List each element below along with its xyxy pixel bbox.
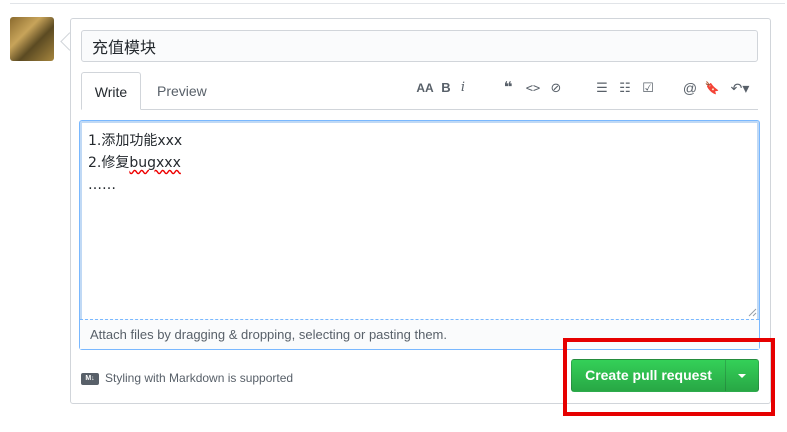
tab-preview[interactable]: Preview [145,72,219,109]
link-icon[interactable]: ⊘ [548,80,564,96]
avatar[interactable] [10,17,54,61]
resize-handle-icon[interactable] [747,307,757,317]
italic-icon[interactable]: i [458,80,468,96]
body-line-2-prefix: 2.修复 [88,155,130,171]
markdown-icon: M↓ [81,372,99,385]
title-input[interactable] [81,30,758,62]
numbered-list-icon[interactable]: ☷ [617,80,633,96]
tab-write[interactable]: Write [81,72,141,110]
body-line-3: …… [88,177,116,193]
body-line-2: 2.修复bugxxx [88,152,751,174]
bold-icon[interactable]: B [440,80,452,96]
top-divider [10,0,785,4]
misspelled-word: bugxxx [129,155,181,171]
bulleted-list-icon[interactable]: ☰ [594,80,610,96]
mention-icon[interactable]: @ [682,80,698,96]
highlight-box [563,338,775,416]
code-icon[interactable]: <> [524,80,542,96]
markdown-help-text[interactable]: Styling with Markdown is supported [105,371,293,385]
quote-icon[interactable]: ❝ [500,80,516,96]
reply-icon[interactable]: ↶▾ [727,80,753,96]
task-list-icon[interactable]: ☑ [640,80,656,96]
body-line-1: 1.添加功能xxx [88,133,183,149]
body-editor[interactable]: 1.添加功能xxx 2.修复bugxxx …… Attach files by … [79,120,760,350]
bookmark-icon[interactable]: 🔖 [704,80,720,96]
body-textarea[interactable]: 1.添加功能xxx 2.修复bugxxx …… [80,121,759,319]
markdown-help[interactable]: M↓ Styling with Markdown is supported [81,370,293,386]
header-icon[interactable]: AA [416,80,434,96]
